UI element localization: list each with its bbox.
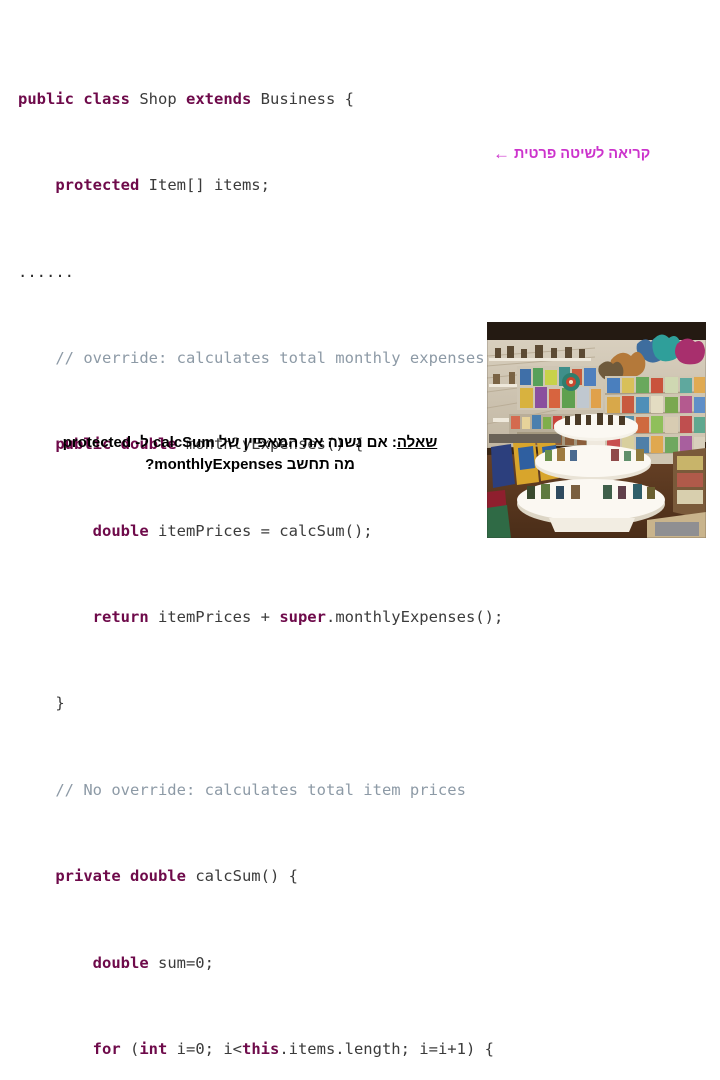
code-line: return itemPrices + super.monthlyExpense… xyxy=(92,608,504,627)
code-line: protected Item[] items; xyxy=(55,176,270,195)
private-method-call-annotation: קריאה לשיטה פרטית← xyxy=(493,145,650,162)
shop-photo-graphic xyxy=(487,322,706,538)
slide-canvas: public class Shop extends Business { pro… xyxy=(0,0,720,1058)
code-line: double sum=0; xyxy=(92,953,214,972)
code-line: // No override: calculates total item pr… xyxy=(55,780,466,799)
code-line: private double calcSum() { xyxy=(55,867,298,886)
question-line-1-rest: : אם נשנה את המאפיין של calcSum ל- prote… xyxy=(62,434,397,451)
code-line: ...... xyxy=(18,262,74,281)
code-line: } xyxy=(18,694,65,713)
code-line: public class Shop extends Business { xyxy=(18,89,354,108)
annotation-text: קריאה לשיטה פרטית xyxy=(514,146,651,162)
question-text: שאלה: אם נשנה את המאפיין של calcSum ל- p… xyxy=(20,432,480,476)
shop-interior-photo: 7 xyxy=(487,322,706,538)
code-listing: public class Shop extends Business { pro… xyxy=(18,24,638,1080)
question-keyword: שאלה xyxy=(396,434,438,451)
question-line-2: מה תחשב monthlyExpenses? xyxy=(145,456,355,473)
question-line-1: שאלה: אם נשנה את המאפיין של calcSum ל- p… xyxy=(20,432,480,454)
code-line: for (int i=0; i<this.items.length; i=i+1… xyxy=(92,1039,494,1058)
left-arrow-icon: ← xyxy=(493,144,510,163)
